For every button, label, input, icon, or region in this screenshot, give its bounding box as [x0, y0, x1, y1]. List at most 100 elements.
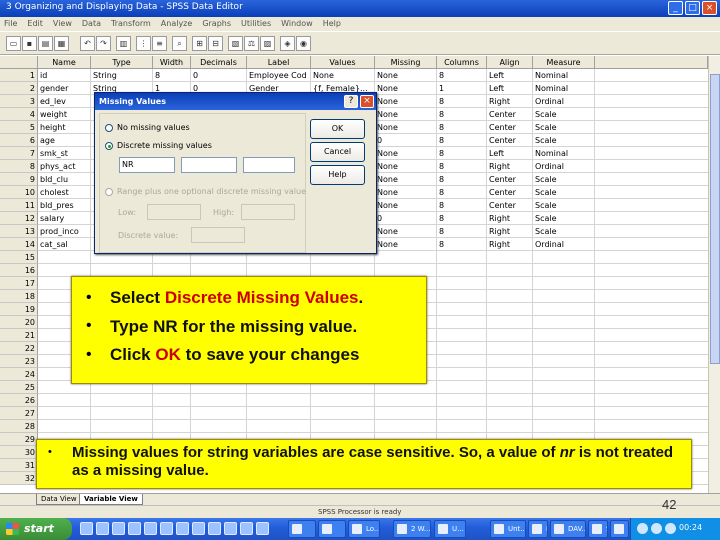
quicklaunch-app6-icon[interactable]: [224, 522, 237, 535]
grid-cell[interactable]: weight: [38, 108, 91, 121]
grid-cell[interactable]: [153, 394, 191, 407]
grid-cell[interactable]: None: [375, 160, 437, 173]
menu-utilities[interactable]: Utilities: [241, 17, 271, 31]
grid-cell[interactable]: [487, 394, 533, 407]
column-header[interactable]: Missing: [375, 56, 437, 69]
discrete-value-field-2[interactable]: [181, 157, 237, 173]
grid-cell[interactable]: 8: [437, 134, 487, 147]
grid-cell[interactable]: [533, 420, 595, 433]
menu-data[interactable]: Data: [82, 17, 101, 31]
grid-cell[interactable]: [311, 420, 375, 433]
grid-cell[interactable]: Right: [487, 225, 533, 238]
row-number[interactable]: 12: [0, 212, 38, 225]
grid-cell[interactable]: 8: [437, 160, 487, 173]
menu-file[interactable]: File: [4, 17, 17, 31]
grid-cell[interactable]: prod_inco: [38, 225, 91, 238]
taskbar-item[interactable]: 2 W...: [393, 520, 431, 538]
use-sets-icon[interactable]: ◉: [296, 36, 311, 51]
grid-cell[interactable]: [437, 290, 487, 303]
menu-edit[interactable]: Edit: [27, 17, 43, 31]
grid-cell[interactable]: None: [375, 69, 437, 82]
grid-cell[interactable]: cat_sal: [38, 238, 91, 251]
row-number[interactable]: 23: [0, 355, 38, 368]
grid-cell[interactable]: Scale: [533, 134, 595, 147]
menu-view[interactable]: View: [53, 17, 72, 31]
menu-transform[interactable]: Transform: [111, 17, 151, 31]
grid-cell[interactable]: [487, 251, 533, 264]
grid-cell[interactable]: Left: [487, 82, 533, 95]
grid-cell[interactable]: None: [375, 95, 437, 108]
grid-cell[interactable]: [533, 407, 595, 420]
grid-cell[interactable]: [437, 381, 487, 394]
insert-variable-icon[interactable]: ⊟: [208, 36, 223, 51]
grid-cell[interactable]: None: [375, 82, 437, 95]
ok-button[interactable]: OK: [310, 119, 365, 139]
grid-cell[interactable]: 8: [437, 69, 487, 82]
row-number[interactable]: 2: [0, 82, 38, 95]
row-number[interactable]: 30: [0, 446, 38, 459]
grid-cell[interactable]: 1: [437, 82, 487, 95]
grid-cell[interactable]: None: [375, 186, 437, 199]
maximize-button[interactable]: □: [685, 1, 700, 15]
redo-icon[interactable]: ↷: [96, 36, 111, 51]
grid-cell[interactable]: [375, 407, 437, 420]
column-header[interactable]: Type: [91, 56, 153, 69]
row-number[interactable]: 20: [0, 316, 38, 329]
tab-data-view[interactable]: Data View: [36, 494, 82, 505]
grid-cell[interactable]: ed_lev: [38, 95, 91, 108]
row-number[interactable]: 17: [0, 277, 38, 290]
grid-cell[interactable]: [533, 264, 595, 277]
grid-cell[interactable]: salary: [38, 212, 91, 225]
weight-cases-icon[interactable]: ⚖: [244, 36, 259, 51]
start-button[interactable]: start: [0, 518, 72, 540]
grid-cell[interactable]: Scale: [533, 121, 595, 134]
row-number[interactable]: 22: [0, 342, 38, 355]
minimize-button[interactable]: _: [668, 1, 683, 15]
grid-cell[interactable]: String: [91, 69, 153, 82]
grid-cell[interactable]: [533, 381, 595, 394]
quicklaunch-app-icon[interactable]: [144, 522, 157, 535]
row-number[interactable]: 25: [0, 381, 38, 394]
grid-cell[interactable]: [487, 264, 533, 277]
high-field[interactable]: [241, 204, 295, 220]
row-number[interactable]: 27: [0, 407, 38, 420]
grid-cell[interactable]: [437, 251, 487, 264]
select-cases-icon[interactable]: ▨: [260, 36, 275, 51]
grid-cell[interactable]: Right: [487, 212, 533, 225]
variables-icon[interactable]: ≡: [152, 36, 167, 51]
grid-cell[interactable]: 8: [437, 225, 487, 238]
row-number[interactable]: 8: [0, 160, 38, 173]
grid-cell[interactable]: [91, 394, 153, 407]
row-number[interactable]: 10: [0, 186, 38, 199]
grid-cell[interactable]: 8: [437, 95, 487, 108]
range-discrete-field[interactable]: [191, 227, 245, 243]
grid-cell[interactable]: None: [375, 238, 437, 251]
grid-cell[interactable]: Scale: [533, 225, 595, 238]
grid-cell[interactable]: Left: [487, 147, 533, 160]
row-number[interactable]: 16: [0, 264, 38, 277]
grid-cell[interactable]: 8: [437, 108, 487, 121]
menu-graphs[interactable]: Graphs: [202, 17, 231, 31]
grid-cell[interactable]: [487, 407, 533, 420]
row-number[interactable]: 32: [0, 472, 38, 485]
row-number[interactable]: 7: [0, 147, 38, 160]
row-number[interactable]: 5: [0, 121, 38, 134]
no-missing-radio[interactable]: [105, 124, 113, 132]
grid-cell[interactable]: 0: [191, 69, 247, 82]
row-number[interactable]: 11: [0, 199, 38, 212]
row-number[interactable]: 14: [0, 238, 38, 251]
grid-cell[interactable]: Scale: [533, 173, 595, 186]
grid-cell[interactable]: 8: [437, 199, 487, 212]
grid-cell[interactable]: [487, 342, 533, 355]
row-number[interactable]: 1: [0, 69, 38, 82]
row-number[interactable]: 18: [0, 290, 38, 303]
grid-cell[interactable]: gender: [38, 82, 91, 95]
split-file-icon[interactable]: ▧: [228, 36, 243, 51]
grid-cell[interactable]: 8: [437, 121, 487, 134]
row-number[interactable]: 29: [0, 433, 38, 446]
quicklaunch-app5-icon[interactable]: [208, 522, 221, 535]
row-number[interactable]: 21: [0, 329, 38, 342]
grid-cell[interactable]: [247, 420, 311, 433]
discrete-missing-radio[interactable]: [105, 142, 113, 150]
grid-cell[interactable]: None: [311, 69, 375, 82]
